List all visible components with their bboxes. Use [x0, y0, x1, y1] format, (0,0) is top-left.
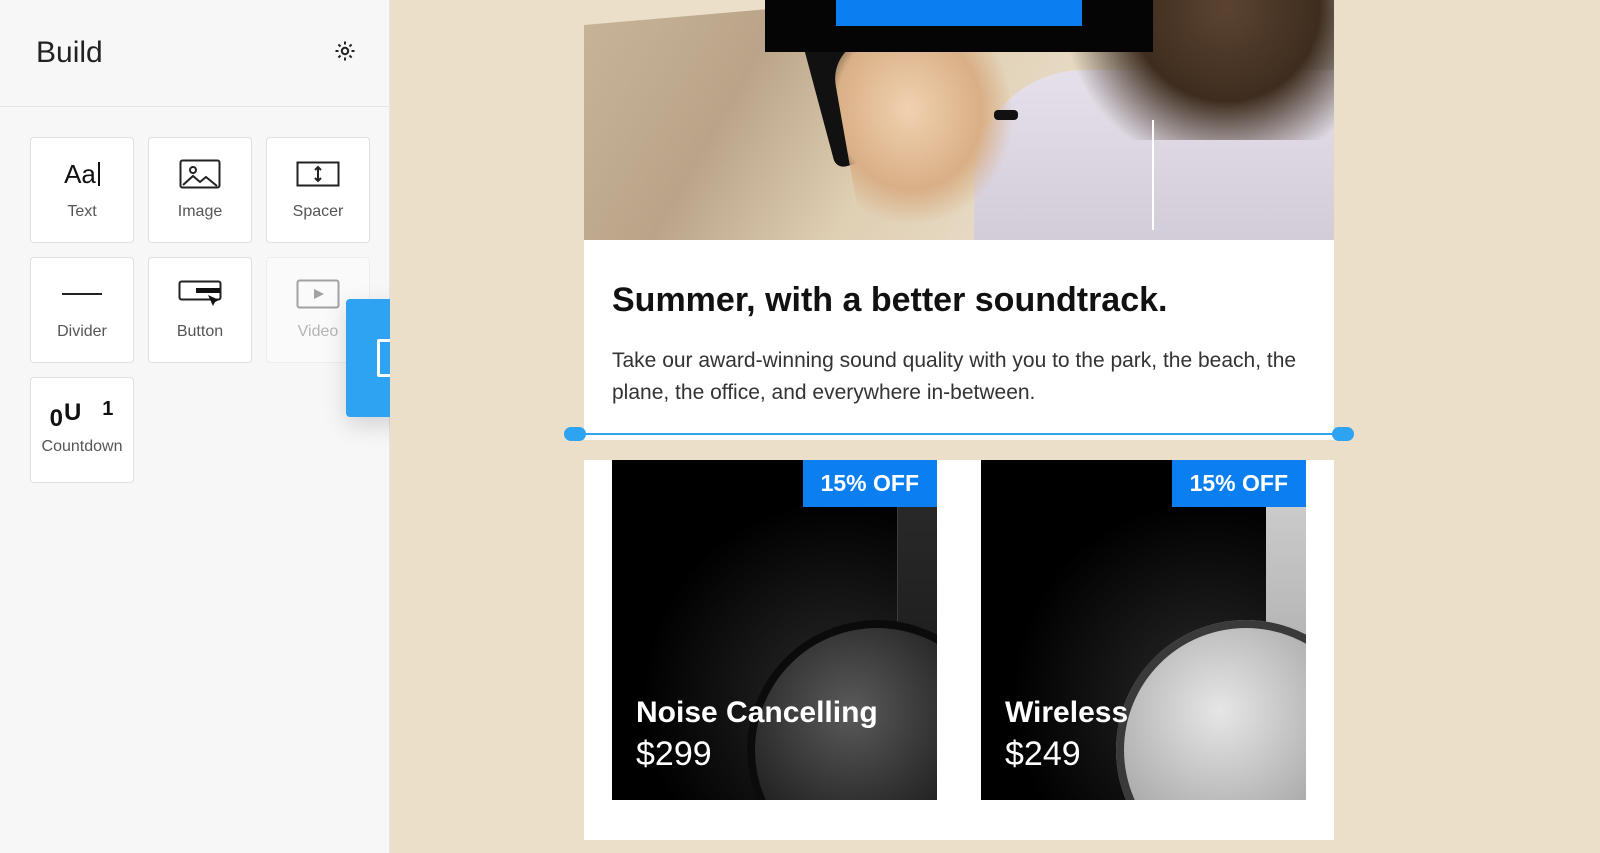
drop-handle-left[interactable]	[564, 427, 586, 441]
drop-handle-right[interactable]	[1332, 427, 1354, 441]
block-divider[interactable]: Divider	[30, 257, 134, 363]
block-label: Countdown	[42, 438, 123, 456]
block-label: Spacer	[293, 203, 344, 221]
block-label: Divider	[57, 323, 107, 341]
product-name: Noise Cancelling	[636, 696, 878, 730]
block-image[interactable]: Image	[148, 137, 252, 243]
product-card[interactable]: 15% OFF Noise Cancelling $299	[612, 460, 937, 800]
block-spacer[interactable]: Spacer	[266, 137, 370, 243]
spacer-icon	[296, 159, 340, 189]
image-icon	[178, 159, 222, 189]
text-icon: Aa	[60, 159, 104, 189]
product-price: $249	[1005, 735, 1081, 774]
shop-now-button[interactable]: SHOP NOW	[836, 0, 1081, 26]
section-headline: Summer, with a better soundtrack.	[612, 280, 1306, 321]
block-palette: Aa Text Image Spacer Divider Butto	[0, 107, 389, 513]
drop-indicator	[564, 425, 1354, 443]
video-icon	[296, 279, 340, 309]
product-card[interactable]: 15% OFF Wireless $249	[981, 460, 1306, 800]
builder-sidebar: Build Aa Text Image Spacer Divider	[0, 0, 390, 853]
email-canvas[interactable]: SHOP NOW Summer, with a better soundtrac…	[390, 0, 1600, 853]
gear-icon[interactable]	[333, 39, 357, 68]
discount-badge: 15% OFF	[803, 460, 937, 507]
block-label: Video	[298, 323, 339, 341]
countdown-icon: 0U1	[60, 404, 104, 434]
product-price: $299	[636, 735, 712, 774]
block-label: Image	[178, 203, 222, 221]
block-button[interactable]: Button	[148, 257, 252, 363]
hero-card: SHOP NOW	[765, 0, 1153, 52]
block-text[interactable]: Aa Text	[30, 137, 134, 243]
product-name: Wireless	[1005, 696, 1128, 730]
sidebar-header: Build	[0, 0, 389, 107]
discount-badge: 15% OFF	[1172, 460, 1306, 507]
section-body: Take our award-winning sound quality wit…	[612, 345, 1302, 410]
product-row: 15% OFF Noise Cancelling $299 15% OFF Wi…	[584, 460, 1334, 840]
sidebar-title: Build	[36, 36, 103, 70]
block-countdown[interactable]: 0U1 Countdown	[30, 377, 134, 483]
block-label: Button	[177, 323, 223, 341]
text-section[interactable]: Summer, with a better soundtrack. Take o…	[584, 238, 1334, 440]
button-icon	[178, 279, 222, 309]
block-label: Text	[67, 203, 96, 221]
divider-icon	[60, 279, 104, 309]
